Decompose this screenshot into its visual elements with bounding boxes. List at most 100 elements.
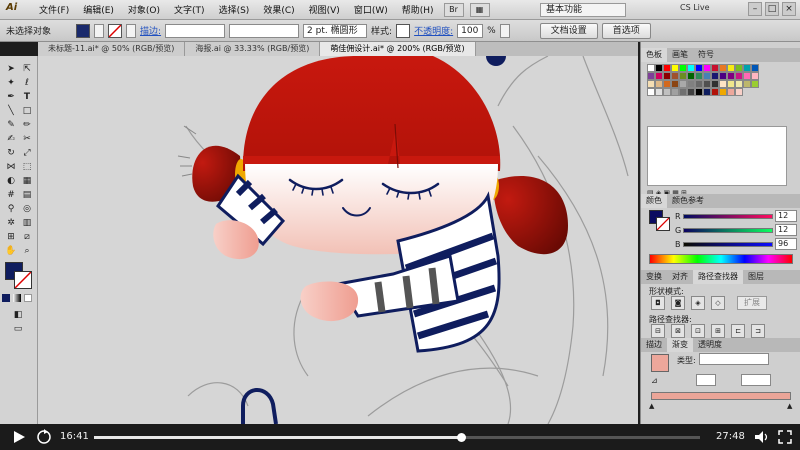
b-slider[interactable] bbox=[683, 242, 773, 247]
trim-icon[interactable]: ⊠ bbox=[671, 324, 685, 338]
none-mode-icon[interactable] bbox=[24, 294, 32, 302]
play-icon[interactable] bbox=[12, 430, 26, 444]
variable-width-field[interactable] bbox=[229, 23, 300, 38]
menu-help[interactable]: 帮助(H) bbox=[395, 3, 441, 16]
tab-swatches[interactable]: 色板 bbox=[641, 48, 667, 62]
blob-brush-tool-icon[interactable]: ✍ bbox=[4, 132, 18, 146]
color-swatch[interactable] bbox=[711, 64, 719, 72]
color-swatch[interactable] bbox=[735, 64, 743, 72]
rotate-tool-icon[interactable]: ↻ bbox=[4, 146, 18, 160]
color-swatch[interactable] bbox=[711, 80, 719, 88]
menu-edit[interactable]: 编辑(E) bbox=[76, 3, 121, 16]
color-swatch[interactable] bbox=[751, 64, 759, 72]
color-swatch[interactable] bbox=[743, 64, 751, 72]
color-swatch[interactable] bbox=[727, 72, 735, 80]
color-swatch[interactable] bbox=[679, 80, 687, 88]
color-swatch[interactable] bbox=[751, 72, 759, 80]
intersect-icon[interactable]: ◈ bbox=[691, 296, 705, 310]
color-swatch[interactable] bbox=[687, 64, 695, 72]
stroke-color-box[interactable] bbox=[14, 271, 32, 289]
opacity-link[interactable]: 不透明度: bbox=[414, 24, 453, 37]
artboard-tool-icon[interactable]: ⊞ bbox=[4, 230, 18, 244]
tab-symbols[interactable]: 符号 bbox=[693, 48, 719, 62]
line-tool-icon[interactable]: ╲ bbox=[4, 104, 18, 118]
color-swatch[interactable] bbox=[711, 88, 719, 96]
rectangle-tool-icon[interactable]: □ bbox=[20, 104, 34, 118]
merge-icon[interactable]: ⊡ bbox=[691, 324, 705, 338]
color-stroke-box[interactable] bbox=[656, 217, 670, 231]
color-swatch[interactable] bbox=[719, 88, 727, 96]
tab-document-1[interactable]: 未标题-11.ai* @ 50% (RGB/预览) bbox=[38, 42, 186, 56]
tab-stroke[interactable]: 描边 bbox=[641, 338, 667, 352]
color-swatch[interactable] bbox=[647, 64, 655, 72]
volume-icon[interactable] bbox=[754, 430, 770, 444]
tab-color[interactable]: 颜色 bbox=[641, 194, 667, 208]
close-button[interactable]: × bbox=[782, 2, 796, 16]
menu-object[interactable]: 对象(O) bbox=[121, 3, 167, 16]
menu-select[interactable]: 选择(S) bbox=[212, 3, 257, 16]
color-swatch[interactable] bbox=[671, 80, 679, 88]
tab-pathfinder[interactable]: 路径查找器 bbox=[693, 270, 743, 284]
tab-color-guide[interactable]: 颜色参考 bbox=[667, 194, 709, 208]
type-tool-icon[interactable]: T bbox=[20, 90, 34, 104]
minimize-button[interactable]: – bbox=[748, 2, 762, 16]
color-swatch[interactable] bbox=[663, 88, 671, 96]
color-swatch[interactable] bbox=[703, 88, 711, 96]
tab-document-3[interactable]: 萌佳佣设计.ai* @ 200% (RGB/预览) bbox=[320, 42, 476, 56]
color-swatch[interactable] bbox=[687, 80, 695, 88]
crop-icon[interactable]: ⊞ bbox=[711, 324, 725, 338]
progress-track[interactable] bbox=[94, 433, 700, 442]
color-swatch[interactable] bbox=[751, 80, 759, 88]
color-swatch[interactable] bbox=[679, 64, 687, 72]
color-swatch[interactable] bbox=[695, 80, 703, 88]
tab-brushes[interactable]: 画笔 bbox=[667, 48, 693, 62]
arrange-documents-icon[interactable]: ▦ bbox=[469, 2, 490, 17]
maximize-button[interactable]: □ bbox=[765, 2, 779, 16]
workspace-switcher[interactable]: 基本功能 bbox=[540, 3, 626, 17]
gradient-preview[interactable] bbox=[651, 354, 669, 372]
color-swatch[interactable] bbox=[655, 80, 663, 88]
color-mode-icon[interactable] bbox=[2, 294, 10, 302]
paintbrush-tool-icon[interactable]: ✎ bbox=[4, 118, 18, 132]
perspective-grid-tool-icon[interactable]: ▦ bbox=[20, 174, 34, 188]
color-swatch[interactable] bbox=[687, 72, 695, 80]
r-value[interactable]: 12 bbox=[775, 210, 797, 222]
menu-window[interactable]: 窗口(W) bbox=[347, 3, 395, 16]
color-swatch[interactable] bbox=[687, 88, 695, 96]
color-swatch[interactable] bbox=[663, 64, 671, 72]
cs-live-button[interactable]: CS Live bbox=[680, 3, 710, 12]
r-slider[interactable] bbox=[683, 214, 773, 219]
color-swatch[interactable] bbox=[719, 72, 727, 80]
fullscreen-icon[interactable] bbox=[778, 430, 792, 444]
color-swatch[interactable] bbox=[695, 64, 703, 72]
color-swatch[interactable] bbox=[671, 88, 679, 96]
color-swatch[interactable] bbox=[735, 72, 743, 80]
tab-gradient[interactable]: 渐变 bbox=[667, 338, 693, 352]
document-setup-button[interactable]: 文档设置 bbox=[539, 22, 598, 39]
color-swatch[interactable] bbox=[679, 72, 687, 80]
color-swatch[interactable] bbox=[655, 88, 663, 96]
color-swatch[interactable] bbox=[711, 72, 719, 80]
color-swatch[interactable] bbox=[743, 72, 751, 80]
color-swatch[interactable] bbox=[647, 72, 655, 80]
gradient-stop-right-icon[interactable]: ▲ bbox=[787, 402, 792, 410]
bridge-icon[interactable]: Br bbox=[443, 2, 464, 17]
tab-transparency[interactable]: 透明度 bbox=[693, 338, 727, 352]
graph-tool-icon[interactable]: ▥ bbox=[20, 216, 34, 230]
g-value[interactable]: 12 bbox=[775, 224, 797, 236]
opacity-dropdown[interactable] bbox=[499, 23, 510, 38]
screen-mode-icon[interactable]: ▭ bbox=[11, 322, 25, 336]
color-swatch[interactable] bbox=[671, 64, 679, 72]
color-swatch[interactable] bbox=[727, 88, 735, 96]
color-swatch[interactable] bbox=[703, 72, 711, 80]
menu-view[interactable]: 视图(V) bbox=[302, 3, 347, 16]
color-swatch[interactable] bbox=[735, 88, 743, 96]
replay-icon[interactable] bbox=[36, 429, 52, 445]
color-swatch[interactable] bbox=[647, 88, 655, 96]
preferences-button[interactable]: 首选项 bbox=[601, 22, 651, 39]
brush-definition[interactable]: 2 pt. 椭圆形 bbox=[303, 23, 368, 38]
divide-icon[interactable]: ⊟ bbox=[651, 324, 665, 338]
tab-align[interactable]: 对齐 bbox=[667, 270, 693, 284]
magic-wand-tool-icon[interactable]: ✦ bbox=[4, 76, 18, 90]
color-swatch[interactable] bbox=[727, 64, 735, 72]
